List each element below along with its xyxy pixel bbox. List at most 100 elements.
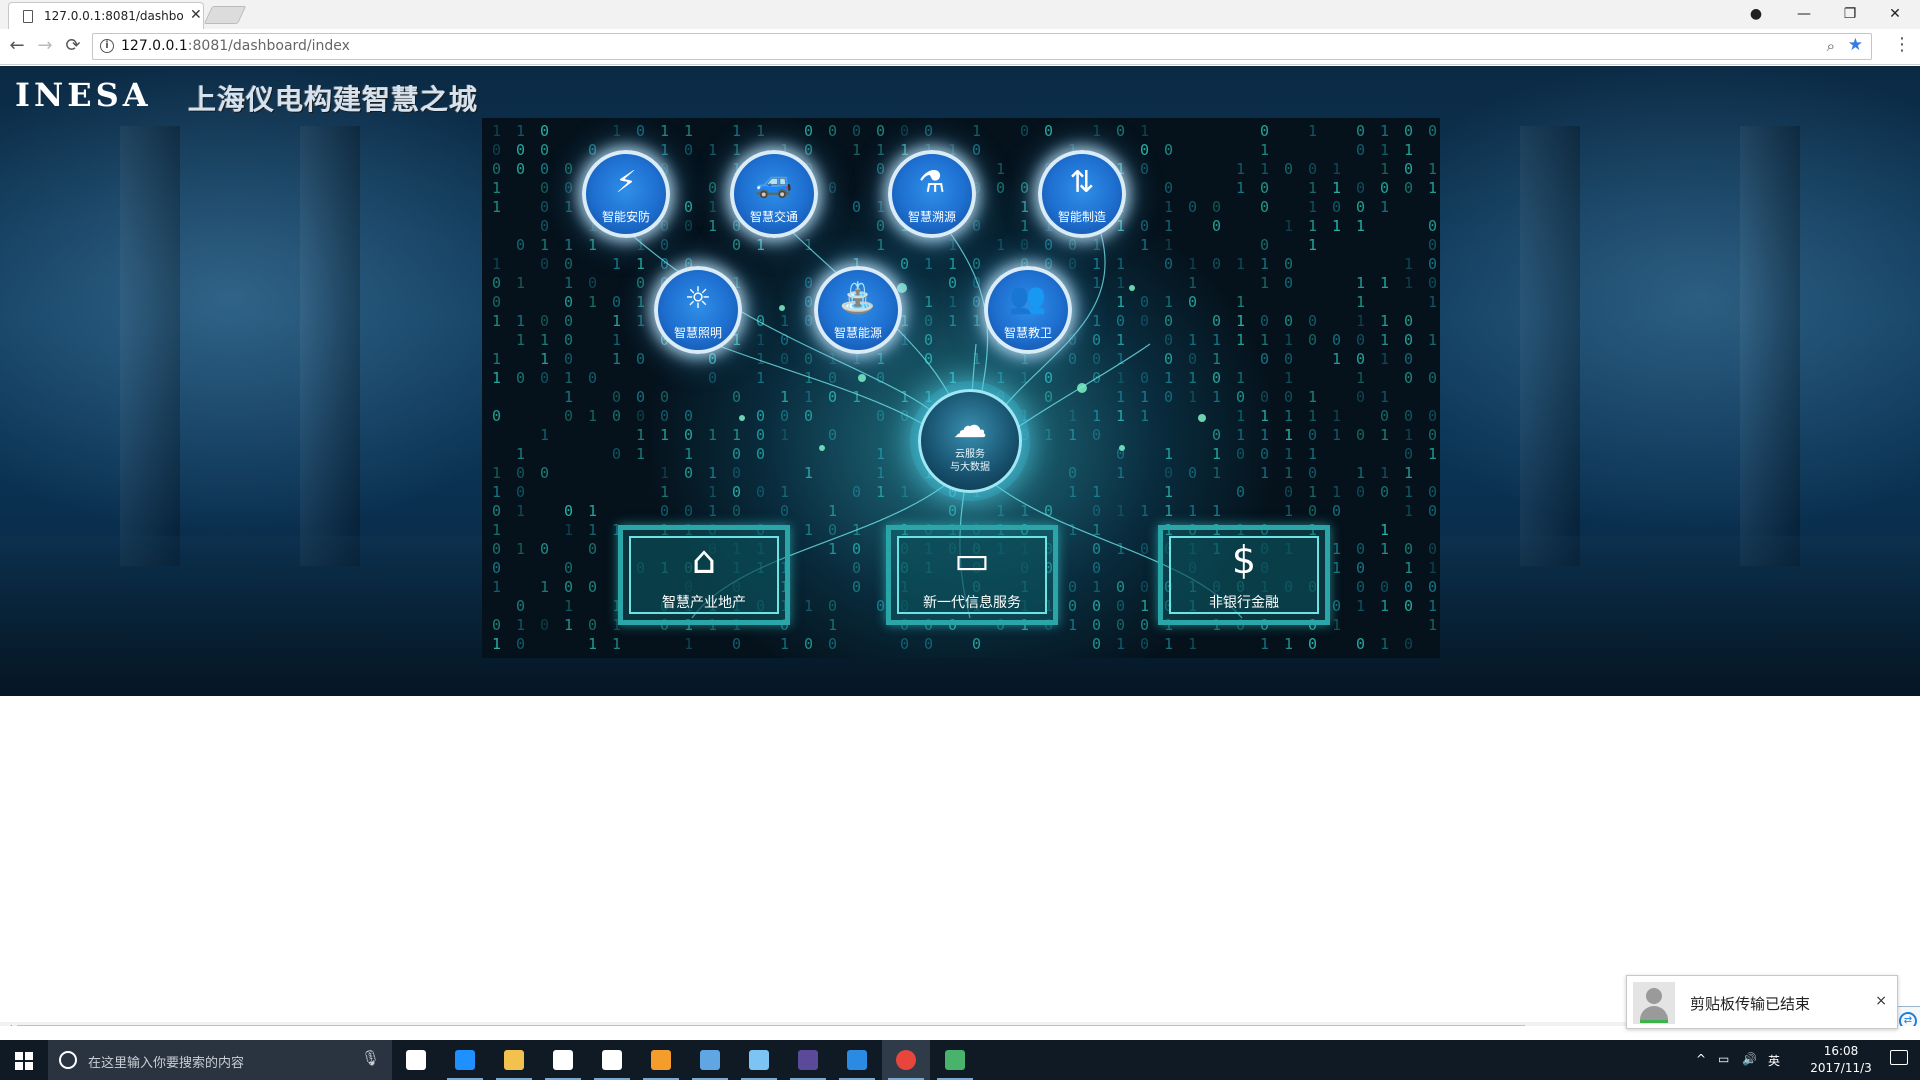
background-pillar — [120, 126, 180, 566]
service-smart-education-health[interactable]: 👥 智慧教卫 — [984, 266, 1072, 354]
taskbar-notepad-button[interactable] — [735, 1040, 783, 1080]
forward-button[interactable]: → — [34, 36, 56, 58]
business-smart-real-estate[interactable]: ⌂ 智慧产业地产 — [618, 525, 790, 625]
back-button[interactable]: ← — [6, 36, 28, 58]
dollar-coins-icon: $ — [1231, 538, 1257, 582]
vscode-icon — [847, 1050, 867, 1070]
clipboard-notification: 剪贴板传输已结束 × — [1626, 975, 1898, 1029]
teamviewer-icon: ⇄ — [1899, 1012, 1917, 1026]
business-label: 智慧产业地产 — [662, 595, 746, 611]
clock-date[interactable]: 2017/11/3 — [1806, 1061, 1876, 1075]
service-label: 智慧交通 — [749, 210, 798, 224]
taskbar-edge-button[interactable] — [441, 1040, 489, 1080]
chrome-icon — [896, 1050, 916, 1070]
taskbar-sublime-text-button[interactable] — [637, 1040, 685, 1080]
scrollbar-thumb[interactable] — [17, 1025, 1525, 1026]
windows-taskbar: 在这里输入你要搜索的内容 🎙 ^ ▭ 🔊 英 16:08 2017/11/3 — [0, 1040, 1920, 1080]
mail-icon — [602, 1050, 622, 1070]
tray-expand-icon[interactable]: ^ — [1696, 1052, 1706, 1066]
service-label: 智慧溯源 — [907, 210, 956, 224]
service-smart-security[interactable]: ⚡ 智能安防 — [582, 150, 670, 238]
browser-tab[interactable]: 127.0.0.1:8081/dashbo ✕ — [8, 2, 204, 29]
business-label: 非银行金融 — [1209, 595, 1279, 611]
cloud-label: 云服务 与大数据 — [950, 449, 990, 473]
taskbar-chrome-button[interactable] — [882, 1040, 930, 1080]
taskbar-git-kraken-button[interactable] — [931, 1040, 979, 1080]
notepad-icon — [749, 1050, 769, 1070]
service-smart-traffic[interactable]: 🚙 智慧交通 — [730, 150, 818, 238]
tab-strip: 127.0.0.1:8081/dashbo ✕ ● — ❐ ✕ — [0, 0, 1920, 29]
clock-time[interactable]: 16:08 — [1806, 1044, 1876, 1058]
service-label: 智慧能源 — [833, 326, 882, 340]
input-language-indicator[interactable]: 英 — [1768, 1052, 1780, 1069]
action-center-icon[interactable] — [1890, 1050, 1908, 1065]
business-non-bank-finance[interactable]: $ 非银行金融 — [1158, 525, 1330, 625]
light-fixture-icon: ☼ — [684, 281, 712, 316]
info-icon[interactable]: i — [100, 39, 114, 53]
service-map-panel: 1001110011101101001011000111010011010000… — [482, 118, 1440, 658]
address-bar[interactable]: i 127.0.0.1:8081/dashboard/index ⌕ ★ — [92, 33, 1872, 60]
notification-message: 剪贴板传输已结束 — [1690, 995, 1811, 1013]
new-tab-button[interactable] — [203, 6, 247, 24]
git-kraken-icon — [945, 1050, 965, 1070]
scroll-left-icon[interactable]: ◀ — [5, 1024, 12, 1026]
taskbar-mail-button[interactable] — [588, 1040, 636, 1080]
dashboard-hero: INESA 上海仪电构建智慧之城 10011100111011010010110… — [0, 66, 1920, 696]
tab-close-icon[interactable]: ✕ — [190, 7, 202, 23]
microphone-icon[interactable]: 🎙 — [361, 1049, 380, 1067]
network-icon[interactable]: ▭ — [1718, 1052, 1729, 1066]
reload-button[interactable]: ⟳ — [62, 36, 84, 58]
bookmark-star-icon[interactable]: ★ — [1848, 35, 1863, 55]
page-slogan: 上海仪电构建智慧之城 — [188, 83, 479, 116]
service-smart-manufacturing[interactable]: ⇅ 智能制造 — [1038, 150, 1126, 238]
background-pillar — [1740, 126, 1800, 566]
taskbar-vscode-button[interactable] — [833, 1040, 881, 1080]
restore-button[interactable]: ❐ — [1828, 2, 1872, 26]
file-explorer-icon — [504, 1050, 524, 1070]
up-down-arrows-icon: ⇅ — [1069, 165, 1095, 200]
windows-logo-icon — [15, 1052, 23, 1060]
store-icon — [553, 1050, 573, 1070]
taskbar-file-explorer-button[interactable] — [490, 1040, 538, 1080]
taskbar-store-button[interactable] — [539, 1040, 587, 1080]
background-pillar — [300, 126, 360, 566]
tab-title: 127.0.0.1:8081/dashbo — [44, 9, 184, 23]
service-smart-energy[interactable]: ⛲ 智慧能源 — [814, 266, 902, 354]
close-window-button[interactable]: ✕ — [1873, 2, 1917, 26]
faucet-icon: ⛲ — [839, 281, 877, 316]
taskbar-eclipse-button[interactable] — [784, 1040, 832, 1080]
cloud-download-icon: ☁ — [953, 406, 987, 446]
background-pillar — [1520, 126, 1580, 566]
account-icon[interactable]: ● — [1734, 2, 1778, 26]
business-info-services[interactable]: ▭ 新一代信息服务 — [886, 525, 1058, 625]
cloud-bigdata-hub[interactable]: ☁ 云服务 与大数据 — [918, 389, 1022, 493]
cortana-icon — [59, 1051, 77, 1069]
service-smart-lighting[interactable]: ☼ 智慧照明 — [654, 266, 742, 354]
system-tray: ^ ▭ 🔊 英 16:08 2017/11/3 — [1688, 1040, 1920, 1080]
browser-menu-icon[interactable]: ⋮ — [1893, 34, 1911, 55]
service-smart-tracing[interactable]: ⚗ 智慧溯源 — [888, 150, 976, 238]
business-label: 新一代信息服务 — [923, 595, 1021, 611]
service-label: 智慧教卫 — [1003, 326, 1052, 340]
user-avatar-icon — [1633, 982, 1675, 1024]
start-button[interactable] — [0, 1040, 48, 1080]
zoom-icon[interactable]: ⌕ — [1827, 37, 1835, 55]
inesa-logo: INESA — [15, 76, 152, 114]
taskbar-search-box[interactable]: 在这里输入你要搜索的内容 🎙 — [48, 1040, 392, 1080]
sublime-text-icon — [651, 1050, 671, 1070]
service-label: 智能安防 — [601, 210, 650, 224]
notification-close-icon[interactable]: × — [1875, 993, 1887, 1009]
task-view-icon — [406, 1050, 426, 1070]
browser-toolbar: ← → ⟳ i 127.0.0.1:8081/dashboard/index ⌕… — [0, 29, 1920, 65]
eclipse-icon — [798, 1050, 818, 1070]
url-text: 127.0.0.1:8081/dashboard/index — [121, 38, 350, 54]
edge-icon — [455, 1050, 475, 1070]
taskbar-office-app-button[interactable] — [686, 1040, 734, 1080]
volume-icon[interactable]: 🔊 — [1742, 1052, 1757, 1066]
service-label: 智慧照明 — [673, 326, 722, 340]
minimize-button[interactable]: — — [1782, 2, 1826, 26]
house-icon: ⌂ — [691, 538, 717, 582]
page-viewport: INESA 上海仪电构建智慧之城 10011100111011010010110… — [0, 66, 1920, 1026]
taskbar-task-view-button[interactable] — [392, 1040, 440, 1080]
lab-flask-icon: ⚗ — [918, 165, 946, 200]
